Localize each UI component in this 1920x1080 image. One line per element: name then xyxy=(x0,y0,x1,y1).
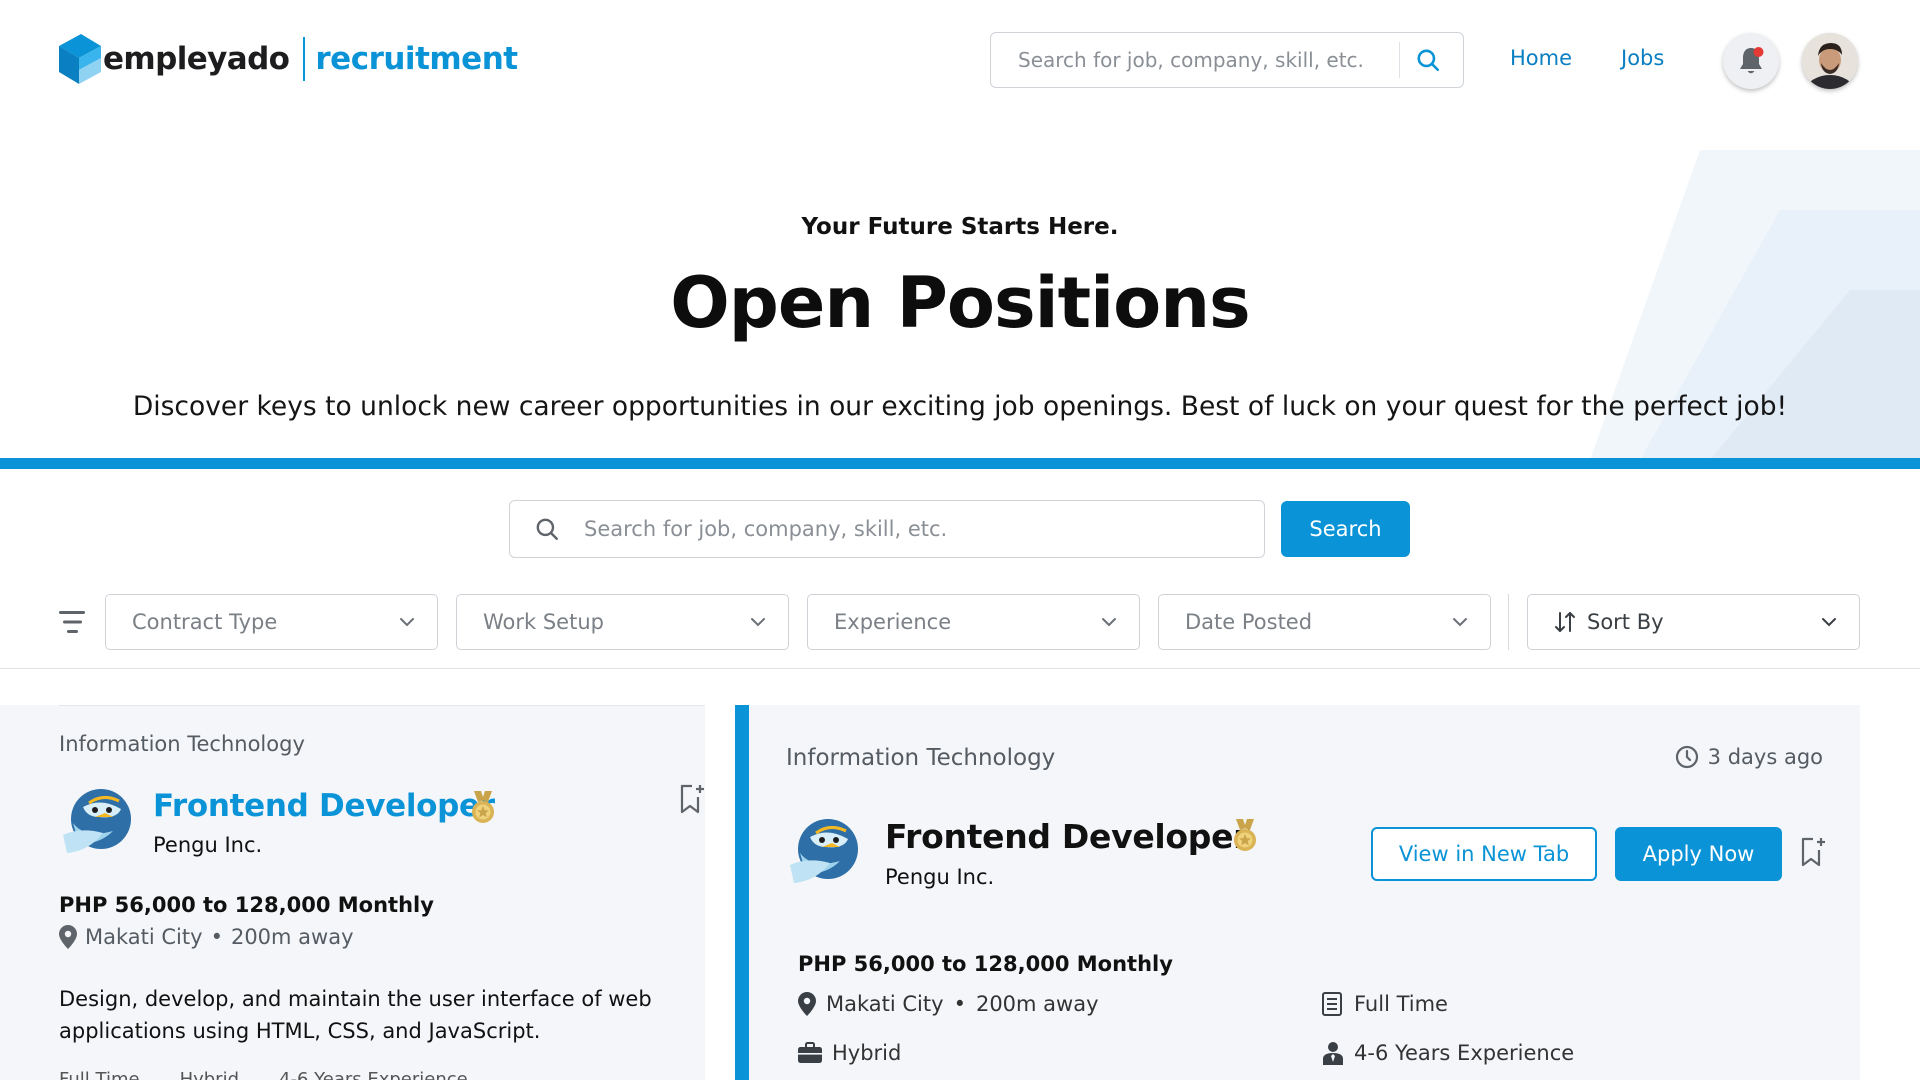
avatar-image xyxy=(1802,33,1858,89)
work-setup-select[interactable]: Work Setup xyxy=(456,594,789,650)
page: empleyado recruitment Home Jobs xyxy=(0,0,1920,1080)
contract-type-select[interactable]: Contract Type xyxy=(105,594,438,650)
detail-salary-range: PHP 56,000 to 128,000 Monthly xyxy=(798,952,1173,976)
nav-home[interactable]: Home xyxy=(1510,46,1572,70)
date-posted-select[interactable]: Date Posted xyxy=(1158,594,1491,650)
briefcase-icon xyxy=(798,1042,822,1063)
sort-by-select[interactable]: Sort By xyxy=(1527,594,1860,650)
user-avatar[interactable] xyxy=(1802,33,1858,89)
hero-divider-bar xyxy=(0,458,1920,469)
notifications-button[interactable] xyxy=(1723,33,1779,89)
tag-employment-type: Full Time xyxy=(59,1069,140,1080)
detail-experience-text: 4-6 Years Experience xyxy=(1354,1041,1575,1065)
chevron-down-icon xyxy=(1102,618,1116,627)
header-search-input[interactable] xyxy=(991,48,1399,72)
job-category: Information Technology xyxy=(59,732,305,756)
detail-experience: 4-6 Years Experience xyxy=(1322,1041,1574,1065)
page-title: Open Positions xyxy=(670,262,1250,344)
job-search xyxy=(509,500,1265,558)
detail-employment-type-text: Full Time xyxy=(1354,992,1448,1016)
filter-icon[interactable] xyxy=(59,609,89,635)
experience-select[interactable]: Experience xyxy=(807,594,1140,650)
person-icon xyxy=(1323,1042,1343,1065)
location-dot: • xyxy=(953,992,966,1016)
contract-type-label: Contract Type xyxy=(132,610,278,634)
experience-label: Experience xyxy=(834,610,952,634)
posted-time: 3 days ago xyxy=(1675,745,1823,769)
chevron-down-icon xyxy=(1822,618,1836,627)
job-title-link[interactable]: Frontend Developer xyxy=(153,788,495,824)
company-name: Pengu Inc. xyxy=(153,833,263,857)
detail-location-distance: 200m away xyxy=(975,992,1099,1016)
featured-medal-icon xyxy=(472,791,494,823)
job-detail-panel: Information Technology 3 days ago Fronte… xyxy=(749,705,1860,1080)
detail-location: Makati City • 200m away xyxy=(798,992,1099,1016)
hero-tagline: Your Future Starts Here. xyxy=(801,214,1119,240)
work-setup-label: Work Setup xyxy=(483,610,604,634)
detail-work-setup: Hybrid xyxy=(798,1041,901,1065)
brand-name: empleyado xyxy=(103,41,290,77)
search-button[interactable]: Search xyxy=(1281,501,1410,557)
job-search-input[interactable] xyxy=(584,517,1244,541)
detail-category: Information Technology xyxy=(786,745,1056,771)
top-header: empleyado recruitment Home Jobs xyxy=(0,0,1920,120)
bell-icon xyxy=(1740,47,1764,74)
header-search xyxy=(990,32,1464,88)
clock-icon xyxy=(1675,745,1698,769)
selected-card-indicator xyxy=(735,705,749,1080)
bookmark-add-icon[interactable] xyxy=(1799,836,1827,868)
filters-divider xyxy=(0,668,1920,669)
document-icon xyxy=(1322,992,1342,1016)
job-tags: Full Time Hybrid 4-6 Years Experience xyxy=(59,1069,468,1080)
search-icon xyxy=(510,516,584,542)
posted-time-text: 3 days ago xyxy=(1707,745,1823,769)
chevron-down-icon xyxy=(1453,618,1467,627)
tag-experience: 4-6 Years Experience xyxy=(279,1069,468,1080)
job-location: Makati City • 200m away xyxy=(59,925,354,949)
detail-work-setup-text: Hybrid xyxy=(832,1041,902,1065)
chevron-down-icon xyxy=(400,618,414,627)
date-posted-label: Date Posted xyxy=(1185,610,1313,634)
logo-divider xyxy=(303,37,306,81)
brand-logo[interactable]: empleyado recruitment xyxy=(59,34,518,84)
job-card[interactable]: Information Technology Frontend Develope… xyxy=(0,705,705,1080)
tag-work-setup: Hybrid xyxy=(179,1069,240,1080)
featured-medal-icon xyxy=(1234,819,1256,851)
sort-by-label: Sort By xyxy=(1587,610,1664,634)
detail-employment-type: Full Time xyxy=(1322,992,1448,1016)
apply-now-button[interactable]: Apply Now xyxy=(1615,827,1782,881)
filter-separator xyxy=(1508,594,1509,650)
detail-job-title: Frontend Developer xyxy=(885,817,1250,856)
salary-range: PHP 56,000 to 128,000 Monthly xyxy=(59,893,434,917)
sort-by-label-wrap: Sort By xyxy=(1553,610,1664,634)
chevron-down-icon xyxy=(751,618,765,627)
header-search-button[interactable] xyxy=(1400,33,1456,87)
card-top-border xyxy=(59,705,705,706)
location-pin-icon xyxy=(59,925,77,949)
location-pin-icon xyxy=(798,992,816,1016)
company-logo-icon xyxy=(63,789,131,853)
hero-description: Discover keys to unlock new career oppor… xyxy=(132,391,1788,422)
brand-product: recruitment xyxy=(315,41,518,77)
nav-jobs[interactable]: Jobs xyxy=(1621,46,1664,70)
empleyado-logo-icon xyxy=(59,34,101,84)
search-icon xyxy=(1417,49,1440,72)
job-description: Design, develop, and maintain the user i… xyxy=(59,987,652,1043)
view-in-new-tab-button[interactable]: View in New Tab xyxy=(1371,827,1597,881)
sort-icon xyxy=(1555,612,1575,632)
detail-location-city: Makati City xyxy=(826,992,944,1016)
location-city: Makati City xyxy=(85,925,203,949)
detail-company-name: Pengu Inc. xyxy=(885,865,995,889)
location-dot: • xyxy=(210,925,223,949)
location-distance: 200m away xyxy=(230,925,354,949)
company-logo-icon xyxy=(790,819,858,883)
bookmark-add-icon[interactable] xyxy=(678,783,706,815)
